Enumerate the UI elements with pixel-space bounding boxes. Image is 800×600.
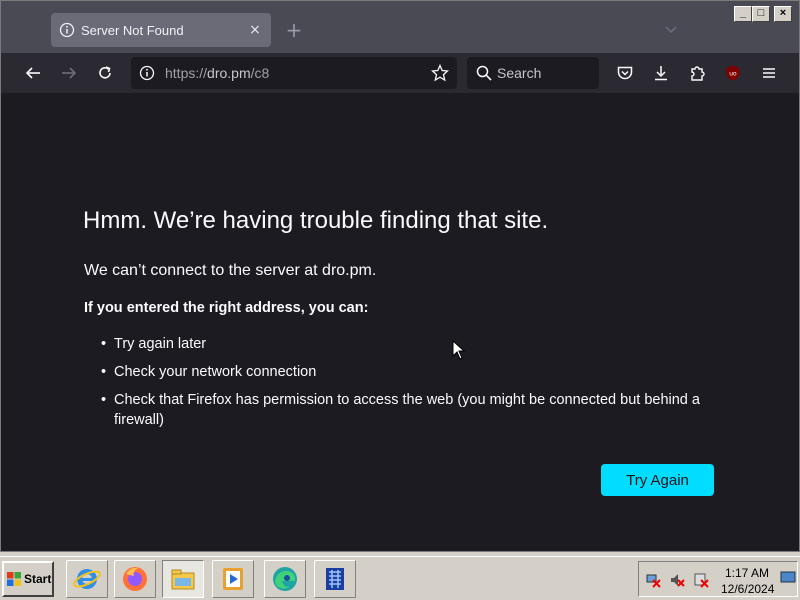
- search-icon: [476, 65, 492, 81]
- download-icon[interactable]: [651, 63, 671, 83]
- close-button[interactable]: ×: [774, 6, 792, 22]
- page-content: Hmm. We’re having trouble finding that s…: [1, 93, 799, 551]
- start-button[interactable]: Start: [2, 561, 54, 597]
- internet-explorer-icon[interactable]: [66, 560, 108, 598]
- url-scheme: https://: [165, 65, 208, 81]
- minimize-button[interactable]: _: [734, 6, 752, 22]
- media-player-icon[interactable]: [212, 560, 254, 598]
- system-tray: 1:17 AM 12/6/2024: [638, 561, 798, 597]
- explorer-folder-icon[interactable]: [162, 560, 204, 598]
- new-tab-button[interactable]: +: [285, 20, 303, 40]
- tab-strip: Server Not Found × + _ □ ×: [1, 1, 799, 53]
- list-item: Check that Firefox has permission to acc…: [101, 390, 721, 430]
- start-label: Start: [24, 572, 52, 586]
- ublock-icon[interactable]: uo: [723, 63, 743, 83]
- volume-muted-icon[interactable]: [669, 572, 685, 588]
- browser-window: Server Not Found × + _ □ × https://dro.p…: [0, 0, 800, 552]
- error-title: Hmm. We’re having trouble finding that s…: [83, 207, 549, 234]
- bookmark-star-icon[interactable]: [431, 64, 449, 82]
- navigation-toolbar: https://dro.pm/c8 Search uo: [1, 53, 799, 93]
- tab-close-icon[interactable]: ×: [247, 22, 263, 38]
- error-lead: If you entered the right address, you ca…: [84, 300, 369, 316]
- search-placeholder: Search: [497, 65, 542, 81]
- chevron-down-icon[interactable]: [663, 23, 679, 37]
- security-alert-icon[interactable]: [693, 572, 709, 588]
- tab-server-not-found[interactable]: Server Not Found ×: [51, 13, 271, 47]
- clock-date[interactable]: 12/6/2024: [721, 582, 774, 596]
- url-bar[interactable]: https://dro.pm/c8: [131, 57, 457, 89]
- firefox-icon[interactable]: [114, 560, 156, 598]
- mouse-cursor-icon: [452, 340, 466, 360]
- reload-icon[interactable]: [95, 63, 115, 83]
- search-bar[interactable]: Search: [467, 57, 599, 89]
- network-app-icon[interactable]: [314, 560, 356, 598]
- menu-icon[interactable]: [759, 63, 779, 83]
- list-item: Try again later: [101, 334, 721, 354]
- info-icon: [59, 22, 75, 38]
- back-icon[interactable]: [23, 63, 43, 83]
- pocket-icon[interactable]: [615, 63, 635, 83]
- forward-icon[interactable]: [59, 63, 79, 83]
- url-host: dro.pm: [207, 65, 251, 81]
- list-item: Check your network connection: [101, 362, 721, 382]
- svg-text:uo: uo: [729, 71, 737, 78]
- show-desktop-icon[interactable]: [780, 569, 796, 585]
- url-text: https://dro.pm/c8: [165, 65, 269, 81]
- maximize-button[interactable]: □: [752, 6, 770, 22]
- try-again-button[interactable]: Try Again: [601, 464, 714, 496]
- error-subtitle: We can’t connect to the server at dro.pm…: [84, 262, 377, 279]
- info-icon[interactable]: [139, 65, 155, 81]
- windows-logo-icon: [7, 572, 21, 586]
- tab-title: Server Not Found: [81, 22, 184, 38]
- suggestion-list: Try again later Check your network conne…: [101, 334, 721, 438]
- edge-icon[interactable]: [264, 560, 306, 598]
- extensions-icon[interactable]: [687, 63, 707, 83]
- taskbar: Start 1:17 AM 12/6/2024: [0, 556, 800, 600]
- network-disconnected-icon[interactable]: [645, 572, 661, 588]
- clock-time[interactable]: 1:17 AM: [725, 566, 769, 580]
- url-path: /c8: [250, 65, 270, 81]
